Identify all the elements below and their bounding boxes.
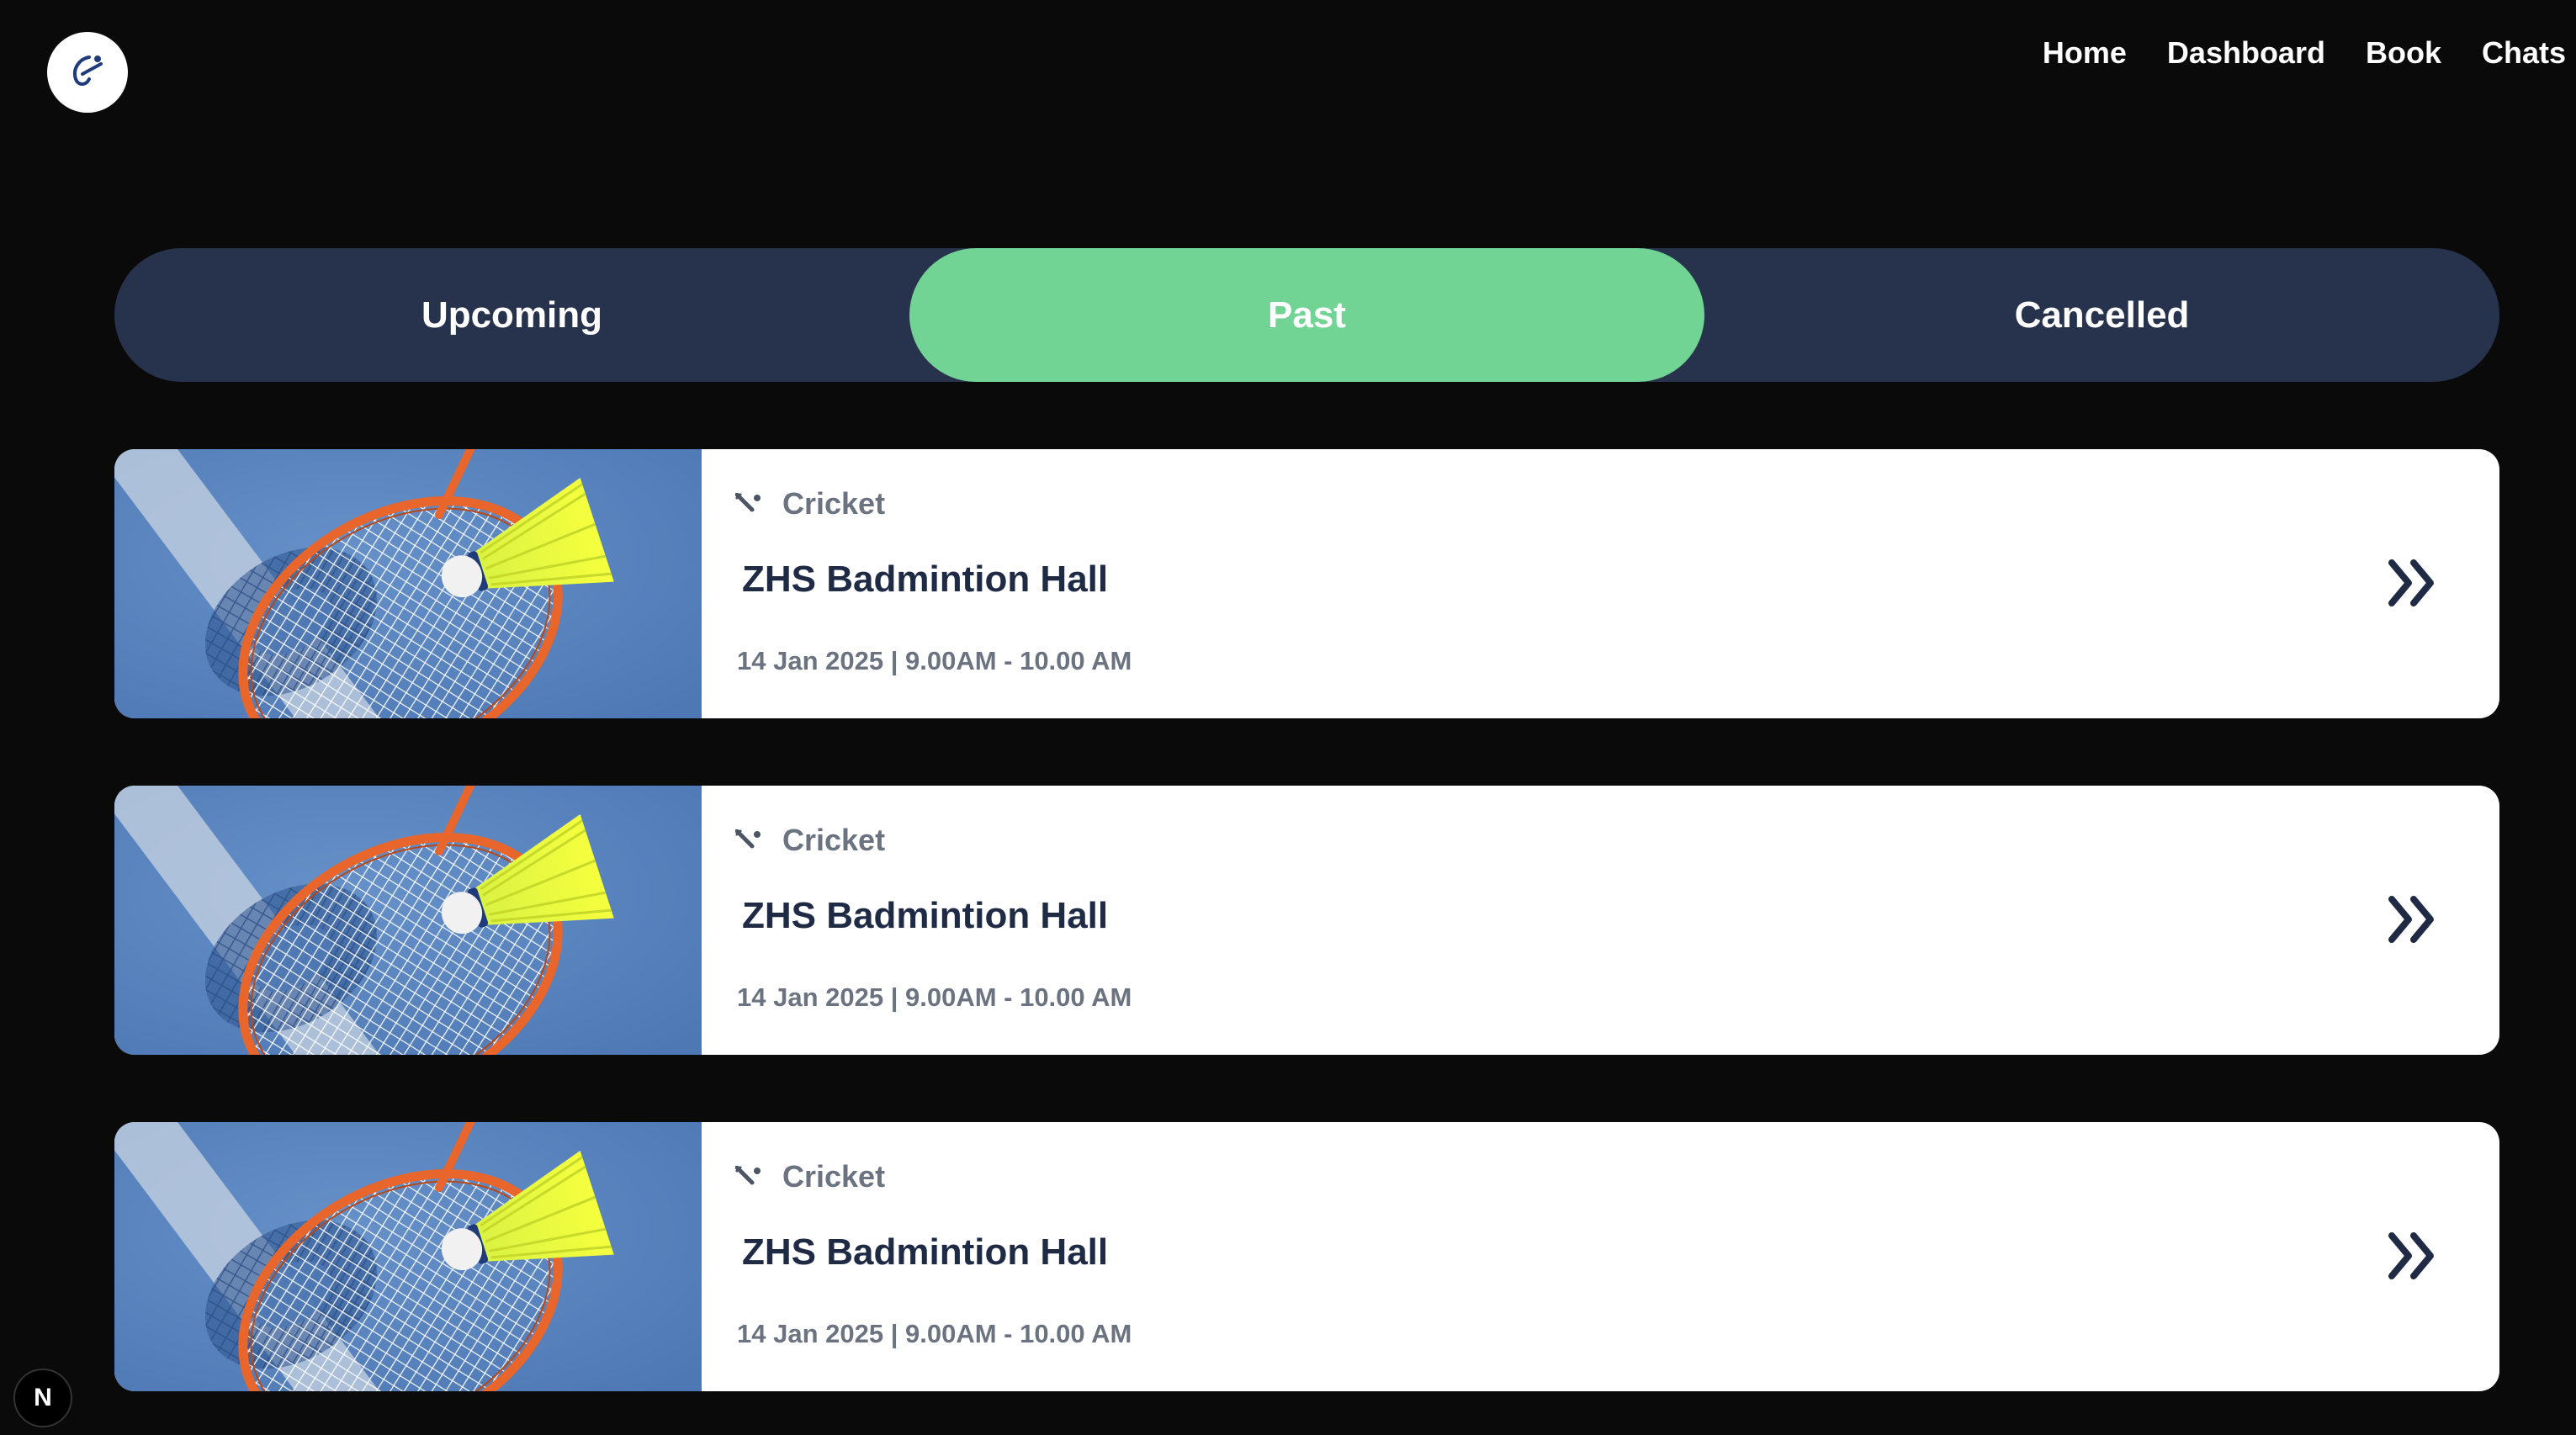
venue-name: ZHS Badmintion Hall [742, 895, 1109, 936]
dev-tools-badge[interactable]: N [13, 1369, 72, 1427]
nav-chats[interactable]: Chats [2482, 35, 2566, 71]
booking-datetime: 14 Jan 2025 | 9.00AM - 10.00 AM [737, 1319, 1132, 1348]
badminton-venue-image [114, 786, 702, 1055]
sport-row: Cricket [735, 1159, 885, 1194]
sport-row: Cricket [735, 823, 885, 858]
double-chevron-right-icon[interactable] [2387, 558, 2437, 608]
cricket-bat-icon [735, 1166, 762, 1188]
brand-logo-icon [73, 56, 103, 86]
badminton-venue-image [114, 449, 702, 718]
nav-book[interactable]: Book [2366, 35, 2441, 71]
top-nav: Home Dashboard Book Chats [2043, 35, 2566, 71]
badminton-venue-image [114, 1122, 702, 1391]
booking-details: Cricket ZHS Badmintion Hall 14 Jan 2025 … [702, 449, 2499, 718]
nav-dashboard[interactable]: Dashboard [2167, 35, 2325, 71]
sport-label: Cricket [782, 486, 886, 521]
booking-datetime: 14 Jan 2025 | 9.00AM - 10.00 AM [737, 982, 1132, 1012]
nav-home[interactable]: Home [2043, 35, 2127, 71]
tab-cancelled[interactable]: Cancelled [1704, 248, 2499, 382]
cricket-bat-icon [735, 829, 762, 851]
double-chevron-right-icon[interactable] [2387, 894, 2437, 945]
sport-label: Cricket [782, 823, 886, 857]
booking-details: Cricket ZHS Badmintion Hall 14 Jan 2025 … [702, 1122, 2499, 1391]
tab-upcoming[interactable]: Upcoming [114, 248, 909, 382]
booking-datetime: 14 Jan 2025 | 9.00AM - 10.00 AM [737, 646, 1132, 675]
sport-label: Cricket [782, 1159, 886, 1194]
booking-card[interactable]: Cricket ZHS Badmintion Hall 14 Jan 2025 … [114, 1122, 2499, 1391]
sport-row: Cricket [735, 486, 885, 522]
cricket-bat-icon [735, 493, 762, 515]
tab-past[interactable]: Past [909, 248, 1704, 382]
booking-card[interactable]: Cricket ZHS Badmintion Hall 14 Jan 2025 … [114, 449, 2499, 718]
brand-logo[interactable] [47, 32, 128, 113]
venue-name: ZHS Badmintion Hall [742, 559, 1109, 600]
double-chevron-right-icon[interactable] [2387, 1231, 2437, 1281]
booking-status-tabs: Upcoming Past Cancelled [114, 248, 2499, 382]
venue-name: ZHS Badmintion Hall [742, 1231, 1109, 1273]
booking-details: Cricket ZHS Badmintion Hall 14 Jan 2025 … [702, 786, 2499, 1055]
booking-card[interactable]: Cricket ZHS Badmintion Hall 14 Jan 2025 … [114, 786, 2499, 1055]
